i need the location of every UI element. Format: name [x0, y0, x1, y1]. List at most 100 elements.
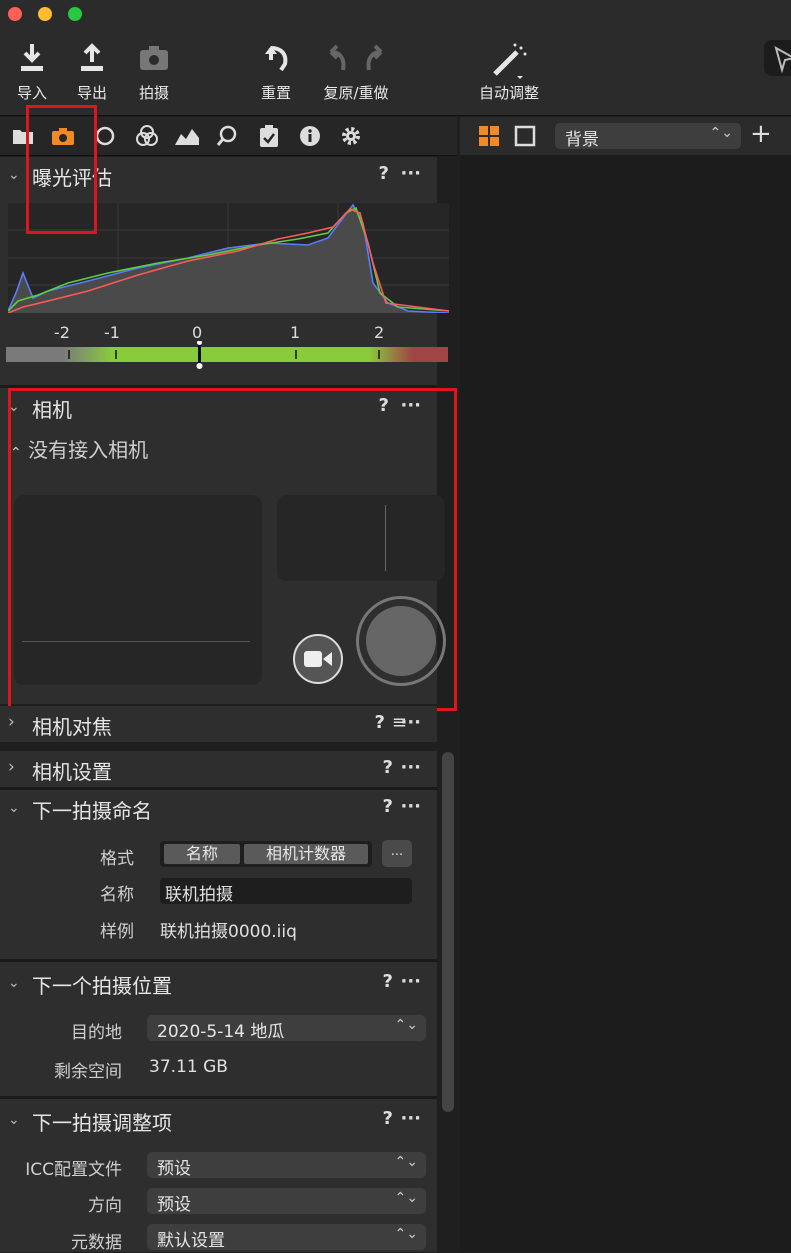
- icc-profile-select[interactable]: 预设 ⌃⌄: [147, 1152, 426, 1179]
- sample-label: 样例: [100, 922, 134, 942]
- single-view-button[interactable]: [514, 125, 536, 151]
- tab-metadata[interactable]: [293, 117, 327, 155]
- chevron-right-icon: ›: [8, 757, 15, 777]
- export-button[interactable]: 导出: [72, 42, 112, 103]
- next-capture-naming-header[interactable]: ⌄ 下一拍摄命名 ? ···: [0, 790, 437, 826]
- next-capture-location-title: 下一个拍摄位置: [32, 974, 172, 998]
- tick-label: 2: [374, 323, 385, 342]
- name-label: 名称: [100, 885, 134, 905]
- viewer-toolbar: 背景 ⌃⌄ +: [460, 117, 791, 155]
- tab-exposure[interactable]: [170, 117, 204, 155]
- tick-label: 1: [290, 323, 301, 342]
- format-token-field[interactable]: 名称 相机计数器: [160, 841, 372, 867]
- background-select[interactable]: 背景 ⌃⌄: [555, 123, 741, 150]
- camera-settings-header[interactable]: › 相机设置 ? ···: [0, 751, 437, 787]
- format-options-button[interactable]: ...: [382, 840, 412, 867]
- tab-settings[interactable]: [334, 117, 368, 155]
- tab-details[interactable]: [210, 117, 244, 155]
- capture-button[interactable]: 拍摄: [134, 42, 174, 103]
- format-token[interactable]: 相机计数器: [244, 844, 368, 864]
- next-capture-adjustments-title: 下一拍摄调整项: [32, 1111, 172, 1135]
- help-button[interactable]: ?: [375, 712, 385, 733]
- grid-icon: [479, 126, 499, 146]
- next-capture-location-header[interactable]: ⌄ 下一个拍摄位置 ? ···: [0, 965, 437, 1001]
- help-button[interactable]: ?: [383, 757, 393, 778]
- help-button[interactable]: ?: [383, 971, 393, 992]
- orientation-value: 预设: [157, 1195, 191, 1215]
- main-toolbar: 导入 导出 拍摄 重置 复原/重做 自动调整: [0, 30, 791, 116]
- info-icon: [300, 126, 320, 146]
- destination-select[interactable]: 2020-5-14 地瓜 ⌃⌄: [147, 1015, 426, 1042]
- cursor-tool-button[interactable]: [764, 40, 791, 76]
- icc-profile-value: 预设: [157, 1159, 191, 1179]
- free-space-value: 37.11 GB: [149, 1057, 228, 1077]
- more-button[interactable]: ···: [400, 757, 421, 778]
- help-button[interactable]: ?: [383, 1108, 393, 1129]
- destination-value: 2020-5-14 地瓜: [157, 1022, 285, 1042]
- name-input-value: 联机拍摄: [165, 885, 233, 905]
- chevron-down-icon: ⌄: [8, 800, 20, 816]
- background-select-value: 背景: [565, 130, 599, 150]
- orientation-label: 方向: [88, 1196, 122, 1216]
- zoom-window-button[interactable]: [68, 7, 82, 21]
- name-input[interactable]: 联机拍摄: [160, 878, 412, 905]
- destination-label: 目的地: [71, 1023, 122, 1043]
- more-button[interactable]: ···: [400, 163, 421, 184]
- camera-focus-header[interactable]: › 相机对焦 ? ≡ ···: [0, 706, 437, 742]
- more-button[interactable]: ···: [400, 796, 421, 817]
- metadata-select[interactable]: 默认设置 ⌃⌄: [147, 1224, 426, 1251]
- next-capture-naming-title: 下一拍摄命名: [32, 799, 152, 823]
- import-button[interactable]: 导入: [12, 42, 52, 103]
- tab-adjustments[interactable]: [252, 117, 286, 155]
- updown-chevron-icon: ⌃⌄: [709, 125, 733, 141]
- grid-view-button[interactable]: [478, 125, 500, 151]
- updown-chevron-icon: ⌃⌄: [394, 1226, 418, 1242]
- more-button[interactable]: ···: [400, 1108, 421, 1129]
- viewer-area: [460, 155, 791, 1252]
- next-capture-adjustments-header[interactable]: ⌄ 下一拍摄调整项 ? ···: [0, 1102, 437, 1138]
- updown-chevron-icon: ⌃⌄: [394, 1190, 418, 1206]
- help-button[interactable]: ?: [379, 163, 389, 184]
- tab-color[interactable]: [130, 117, 164, 155]
- camera-settings-title: 相机设置: [32, 760, 112, 784]
- chevron-down-icon: ⌄: [8, 1112, 20, 1128]
- title-bar: [0, 0, 791, 30]
- undo-redo-label: 复原/重做: [323, 84, 389, 102]
- export-label: 导出: [76, 84, 107, 102]
- auto-adjust-label: 自动调整: [478, 84, 539, 102]
- icc-profile-label: ICC配置文件: [25, 1160, 122, 1180]
- close-window-button[interactable]: [8, 7, 22, 21]
- import-icon: [21, 44, 43, 71]
- lens-icon: [95, 126, 115, 146]
- tick-label: -1: [104, 323, 120, 342]
- orientation-select[interactable]: 预设 ⌃⌄: [147, 1188, 426, 1215]
- camera-highlight-box: [8, 388, 457, 711]
- camera-focus-title: 相机对焦: [32, 715, 112, 739]
- tick-label: 0: [192, 323, 203, 342]
- import-label: 导入: [16, 84, 47, 102]
- more-button[interactable]: ···: [400, 971, 421, 992]
- divider: [0, 742, 437, 750]
- color-circles-icon: [136, 125, 158, 146]
- exposure-ticks: -2 -1 0 1 2: [40, 323, 400, 342]
- square-icon: [514, 125, 536, 147]
- updown-chevron-icon: ⌃⌄: [394, 1154, 418, 1170]
- capture-label: 拍摄: [138, 84, 169, 102]
- add-button[interactable]: +: [750, 119, 772, 149]
- more-button[interactable]: ···: [400, 712, 421, 733]
- auto-adjust-button[interactable]: 自动调整: [474, 42, 544, 103]
- magnifier-icon: [216, 125, 237, 146]
- chevron-right-icon: ›: [8, 712, 15, 732]
- help-button[interactable]: ?: [383, 796, 393, 817]
- undo-redo-button[interactable]: 复原/重做: [318, 42, 394, 103]
- minimize-window-button[interactable]: [38, 7, 52, 21]
- panel-scrollbar[interactable]: [442, 752, 454, 1112]
- format-label: 格式: [100, 849, 134, 869]
- metadata-label: 元数据: [71, 1233, 122, 1253]
- free-space-label: 剩余空间: [54, 1062, 122, 1082]
- reset-button[interactable]: 重置: [256, 42, 296, 103]
- magic-wand-icon: [493, 43, 527, 79]
- chevron-down-icon: ⌄: [8, 975, 20, 991]
- format-token[interactable]: 名称: [164, 844, 240, 864]
- reset-label: 重置: [260, 84, 291, 102]
